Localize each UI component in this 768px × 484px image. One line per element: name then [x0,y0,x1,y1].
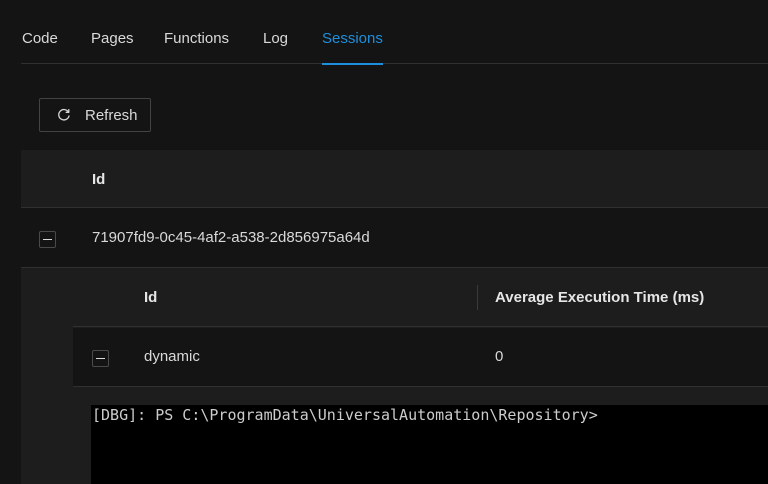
runspaces-table-header: Id Average Execution Time (ms) [73,268,768,327]
tab-log[interactable]: Log [263,0,288,64]
column-header-id[interactable]: Id [92,171,105,188]
column-header-id[interactable]: Id [144,289,157,306]
refresh-icon [58,108,70,121]
sessions-table: Id 71907fd9-0c45-4af2-a538-2d856975a64d … [21,150,768,484]
refresh-button[interactable]: Refresh [39,98,151,132]
tab-bar: Code Pages Functions Log Sessions [21,0,768,65]
column-divider [477,285,478,310]
table-row: 71907fd9-0c45-4af2-a538-2d856975a64d [21,209,768,268]
collapse-row-button[interactable] [92,350,109,367]
tab-sessions[interactable]: Sessions [322,0,383,65]
collapse-row-button[interactable] [39,231,56,248]
terminal-console[interactable]: [DBG]: PS C:\ProgramData\UniversalAutoma… [91,405,768,484]
sessions-table-header: Id [21,150,768,208]
average-execution-time: 0 [495,348,504,365]
table-row: dynamic 0 [73,328,768,387]
expanded-row-content: [DBG]: PS C:\ProgramData\UniversalAutoma… [73,388,768,484]
tab-functions[interactable]: Functions [164,0,229,64]
refresh-button-label: Refresh [85,107,138,124]
column-header-avg-execution-time[interactable]: Average Execution Time (ms) [495,289,704,306]
runspace-id: dynamic [144,348,200,365]
terminal-prompt: [DBG]: PS C:\ProgramData\UniversalAutoma… [92,406,598,424]
runspaces-table: Id Average Execution Time (ms) dynamic 0… [73,268,768,484]
session-id: 71907fd9-0c45-4af2-a538-2d856975a64d [92,229,370,246]
expanded-row-content: Id Average Execution Time (ms) dynamic 0… [21,268,768,484]
tab-pages[interactable]: Pages [91,0,134,64]
tab-code[interactable]: Code [22,0,58,64]
